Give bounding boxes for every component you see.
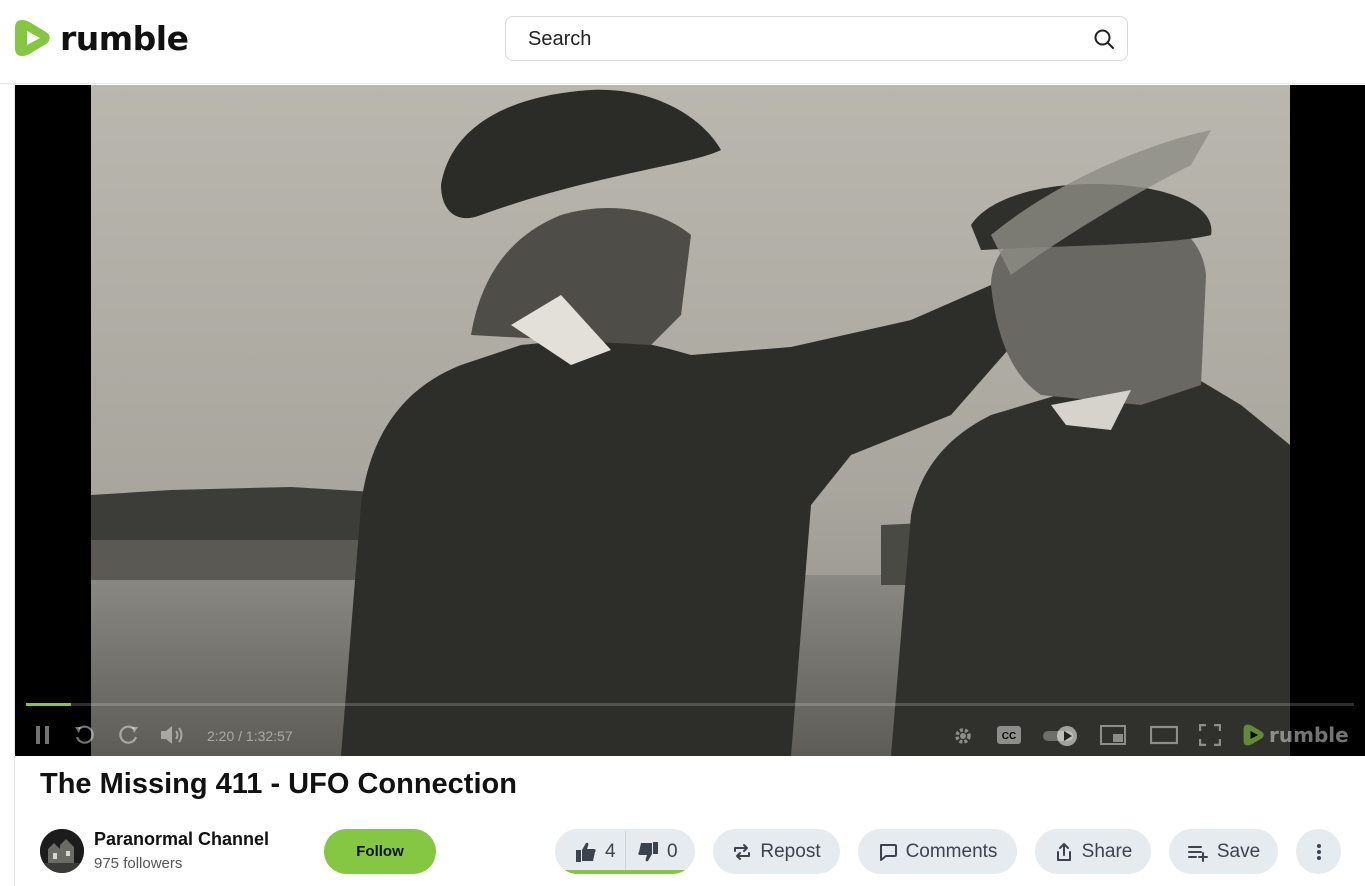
vote-buttons: 4 0 [555, 829, 695, 874]
add-to-playlist-icon [1187, 845, 1208, 862]
channel-name[interactable]: Paranormal Channel [94, 829, 269, 850]
thumbs-down-icon [638, 841, 658, 861]
settings-gear-icon[interactable] [952, 725, 974, 747]
video-player[interactable]: 2:20 / 1:32:57 CC rumble [15, 85, 1365, 756]
search-input[interactable] [526, 17, 1090, 62]
dislike-count: 0 [667, 840, 678, 862]
repost-button[interactable]: Repost [713, 829, 840, 874]
volume-icon[interactable] [159, 723, 187, 747]
comments-button[interactable]: Comments [858, 829, 1017, 874]
miniplayer-icon[interactable] [1100, 725, 1126, 745]
seek-bar[interactable] [26, 703, 1354, 706]
share-label: Share [1081, 840, 1133, 862]
thumbs-up-icon [576, 842, 596, 862]
follow-button[interactable]: Follow [324, 829, 436, 874]
channel-avatar[interactable] [40, 829, 84, 873]
like-count: 4 [605, 840, 616, 862]
brand-name: rumble [60, 18, 189, 58]
follower-count: 975 followers [94, 855, 183, 872]
theater-mode-icon[interactable] [1150, 725, 1178, 745]
save-button[interactable]: Save [1169, 829, 1278, 874]
fullscreen-icon[interactable] [1199, 724, 1221, 746]
save-label: Save [1216, 840, 1261, 862]
vote-ratio-bar [555, 870, 695, 874]
forward-icon[interactable] [118, 724, 140, 746]
video-frame[interactable] [91, 85, 1290, 756]
rumble-watermark[interactable]: rumble [1243, 722, 1349, 748]
seek-bar-played [26, 703, 72, 706]
comments-label: Comments [905, 840, 998, 862]
more-options-button[interactable] [1296, 829, 1341, 874]
player-controls: 2:20 / 1:32:57 CC rumble [15, 713, 1365, 756]
video-title: The Missing 411 - UFO Connection [40, 768, 517, 800]
like-button[interactable]: 4 [575, 829, 616, 874]
repost-label: Repost [760, 840, 821, 862]
vote-divider [625, 831, 626, 872]
comment-bubble-icon [879, 843, 897, 861]
rumble-logo[interactable]: rumble [14, 18, 189, 58]
rumble-play-icon [1243, 724, 1264, 746]
search-box [505, 16, 1128, 62]
autoplay-toggle-icon[interactable] [1042, 725, 1080, 747]
video-still [91, 85, 1290, 756]
watermark-text: rumble [1269, 723, 1349, 747]
dislike-button[interactable]: 0 [637, 829, 678, 874]
share-icon [1056, 842, 1071, 861]
svg-text:CC: CC [1002, 731, 1016, 742]
captions-icon[interactable]: CC [996, 725, 1022, 745]
rumble-play-icon [15, 20, 50, 56]
pause-icon[interactable] [33, 725, 53, 745]
rewind-icon[interactable] [73, 724, 95, 746]
time-display: 2:20 / 1:32:57 [207, 728, 293, 744]
site-header: rumble [0, 0, 1365, 84]
share-button[interactable]: Share [1035, 829, 1151, 874]
search-icon[interactable] [1093, 28, 1115, 55]
kebab-menu-icon [1316, 843, 1321, 860]
repost-icon [734, 843, 751, 860]
